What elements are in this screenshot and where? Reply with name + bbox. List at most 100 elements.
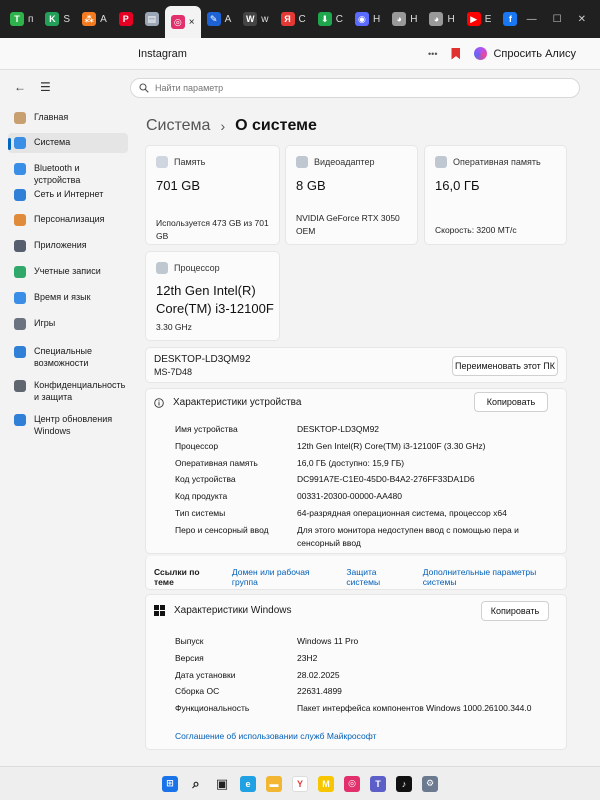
search-icon[interactable]: ⌕ bbox=[188, 776, 204, 792]
bookmark-icon[interactable] bbox=[451, 47, 461, 60]
browser-tab-label: A bbox=[224, 13, 232, 25]
browser-tab-label: Е bbox=[484, 13, 492, 25]
spec-row: Функциональность Пакет интерфейса компоне… bbox=[175, 702, 560, 715]
spec-value[interactable]: Пакет интерфейса компонентов Windows 100… bbox=[297, 702, 560, 715]
search-icon bbox=[139, 83, 149, 93]
device-name-panel: DESKTOP-LD3QM92 MS-7D48 Переименовать эт… bbox=[145, 347, 567, 383]
browser-tab[interactable]: ⬇ С bbox=[312, 4, 349, 34]
tiktok-icon[interactable]: ♪ bbox=[396, 775, 412, 792]
edge-icon[interactable]: e bbox=[240, 775, 256, 792]
gpu-caption: Видеоадаптер bbox=[314, 157, 375, 167]
browser-tab[interactable]: P bbox=[113, 4, 139, 34]
spec-value[interactable]: 12th Gen Intel(R) Core(TM) i3-12100F (3.… bbox=[297, 440, 560, 453]
browser-tab[interactable]: ▤ bbox=[139, 4, 165, 34]
windows-specs-title: Характеристики Windows bbox=[174, 605, 292, 616]
maximize-icon[interactable]: ☐ bbox=[553, 14, 562, 25]
breadcrumb-parent[interactable]: Система bbox=[146, 117, 210, 135]
minimize-icon[interactable]: — bbox=[527, 14, 537, 25]
sidebar-item[interactable]: Время и язык bbox=[8, 288, 128, 308]
sidebar-item[interactable]: Центр обновления Windows bbox=[8, 410, 128, 441]
ram-card[interactable]: Оперативная память 16,0 ГБ Скорость: 320… bbox=[424, 145, 567, 245]
gpu-value: 8 GB bbox=[296, 178, 326, 193]
browser-tab[interactable]: ◕ Н bbox=[386, 4, 423, 34]
windows-logo-icon bbox=[154, 605, 165, 616]
gpu-card[interactable]: Видеоадаптер 8 GB NVIDIA GeForce RTX 305… bbox=[285, 145, 418, 245]
storage-caption: Память bbox=[174, 157, 206, 167]
spec-value[interactable]: 16,0 ГБ (доступно: 15,9 ГБ) bbox=[297, 457, 560, 470]
storage-card[interactable]: Память 701 GB Используется 473 GB из 701… bbox=[145, 145, 280, 245]
sidebar-item[interactable]: Учетные записи bbox=[8, 262, 128, 282]
spec-value[interactable]: Windows 11 Pro bbox=[297, 635, 560, 648]
browser-tab[interactable]: KS bbox=[39, 4, 76, 34]
back-arrow-icon[interactable]: ← bbox=[14, 80, 26, 94]
spec-value[interactable]: 00331-20300-00000-AA480 bbox=[297, 490, 560, 503]
browser-tab[interactable]: ⁂ A bbox=[76, 4, 113, 34]
miro-icon[interactable]: M bbox=[318, 775, 334, 792]
browser-tab[interactable]: ▶ Е bbox=[461, 4, 498, 34]
rename-pc-button[interactable]: Переименовать этот ПК bbox=[452, 356, 558, 376]
copy-device-specs-button[interactable]: Копировать bbox=[474, 392, 548, 412]
sidebar-item[interactable]: Конфиденциальность и защита bbox=[8, 376, 128, 407]
windows-start-icon[interactable]: ⊞ bbox=[162, 775, 178, 792]
windows-specs-panel: Характеристики Windows Копировать Выпуск… bbox=[145, 594, 567, 750]
settings-sidebar: ← ☰ Главная Система Bluetooth и устройства… bbox=[0, 70, 135, 760]
browser-tab[interactable]: Ww bbox=[237, 4, 274, 34]
gpu-model: NVIDIA GeForce RTX 3050 bbox=[296, 213, 400, 223]
related-link[interactable]: Защита системы bbox=[346, 567, 409, 587]
more-menu-icon[interactable]: ••• bbox=[428, 49, 437, 59]
sidebar-item[interactable]: Игры bbox=[8, 314, 128, 334]
gamepad-icon bbox=[14, 318, 26, 330]
cpu-caption: Процессор bbox=[174, 263, 220, 273]
task-view-icon[interactable]: ▣ bbox=[214, 776, 230, 792]
browser-tab[interactable]: ЯС bbox=[275, 4, 312, 34]
browser-tab[interactable]: f bbox=[497, 4, 523, 34]
sidebar-item[interactable]: Главная bbox=[8, 108, 128, 128]
hamburger-menu-icon[interactable]: ☰ bbox=[40, 80, 51, 94]
browser-tab[interactable]: ◎ × bbox=[164, 6, 201, 38]
close-window-icon[interactable]: ✕ bbox=[578, 14, 586, 25]
settings-search-box[interactable] bbox=[130, 78, 580, 98]
yandex-browser-icon[interactable]: Y bbox=[292, 775, 308, 792]
copy-windows-specs-button[interactable]: Копировать bbox=[481, 601, 549, 621]
spec-value[interactable]: Для этого монитора недоступен ввод с пом… bbox=[297, 524, 560, 550]
breadcrumb: Система › О системе bbox=[146, 117, 317, 135]
browser-tab[interactable]: ◕ Н bbox=[423, 4, 460, 34]
related-link[interactable]: Дополнительные параметры системы bbox=[423, 567, 566, 587]
cpu-value-line2: Core(TM) i3-12100F bbox=[156, 300, 274, 316]
browser-tab[interactable]: Tп bbox=[4, 4, 39, 34]
search-input[interactable] bbox=[155, 83, 555, 93]
spec-value[interactable]: 22631.4899 bbox=[297, 685, 560, 698]
sidebar-item[interactable]: Специальные возможности bbox=[8, 342, 128, 373]
spec-value[interactable]: 64-разрядная операционная система, проце… bbox=[297, 507, 560, 520]
spec-value[interactable]: DESKTOP-LD3QM92 bbox=[297, 423, 560, 436]
browser-tab-label: Н bbox=[372, 13, 381, 25]
sidebar-item[interactable]: Сеть и Интернет bbox=[8, 185, 128, 205]
app-icon: ◉ bbox=[354, 12, 369, 26]
game-icon: ◕ bbox=[392, 12, 407, 26]
browser-tab-label: С bbox=[298, 13, 306, 25]
windows-taskbar: ⊞ ⌕ ▣ e ▬ Y M ◎ T ♪ ⚙ bbox=[0, 766, 600, 800]
browser-tab[interactable]: ◉ Н bbox=[349, 4, 386, 34]
spec-key: Перо и сенсорный ввод bbox=[175, 524, 269, 535]
settings-icon[interactable]: ⚙ bbox=[422, 775, 438, 792]
browser-tab-label[interactable]: × bbox=[189, 17, 195, 28]
instagram-app-icon[interactable]: ◎ bbox=[344, 775, 360, 792]
ask-alice-label: Спросить Алису bbox=[493, 47, 576, 60]
cpu-card[interactable]: Процессор 12th Gen Intel(R) Core(TM) i3-… bbox=[145, 251, 280, 341]
spec-value[interactable]: DC991A7E-C1E0-45D0-B4A2-276FF33DA1D6 bbox=[297, 473, 560, 486]
spec-value[interactable]: 23H2 bbox=[297, 652, 560, 665]
ask-alice-button[interactable]: Спросить Алису bbox=[474, 47, 576, 60]
cpu-value-line1: 12th Gen Intel(R) bbox=[156, 283, 256, 298]
sidebar-item-label: Главная bbox=[34, 112, 69, 122]
microsoft-services-agreement-link[interactable]: Соглашение об использовании служб Майкро… bbox=[175, 731, 376, 741]
browser-tab[interactable]: ✎ A bbox=[201, 4, 238, 34]
sidebar-item[interactable]: Система bbox=[8, 133, 128, 153]
sidebar-item[interactable]: Персонализация bbox=[8, 210, 128, 230]
spec-value[interactable]: 28.02.2025 bbox=[297, 669, 560, 682]
teams-icon[interactable]: T bbox=[370, 775, 386, 792]
sidebar-item[interactable]: Приложения bbox=[8, 236, 128, 256]
explorer-icon[interactable]: ▬ bbox=[266, 775, 282, 792]
sidebar-item-label: Приложения bbox=[34, 240, 87, 250]
storage-icon bbox=[156, 156, 168, 168]
related-link[interactable]: Домен или рабочая группа bbox=[232, 567, 333, 587]
